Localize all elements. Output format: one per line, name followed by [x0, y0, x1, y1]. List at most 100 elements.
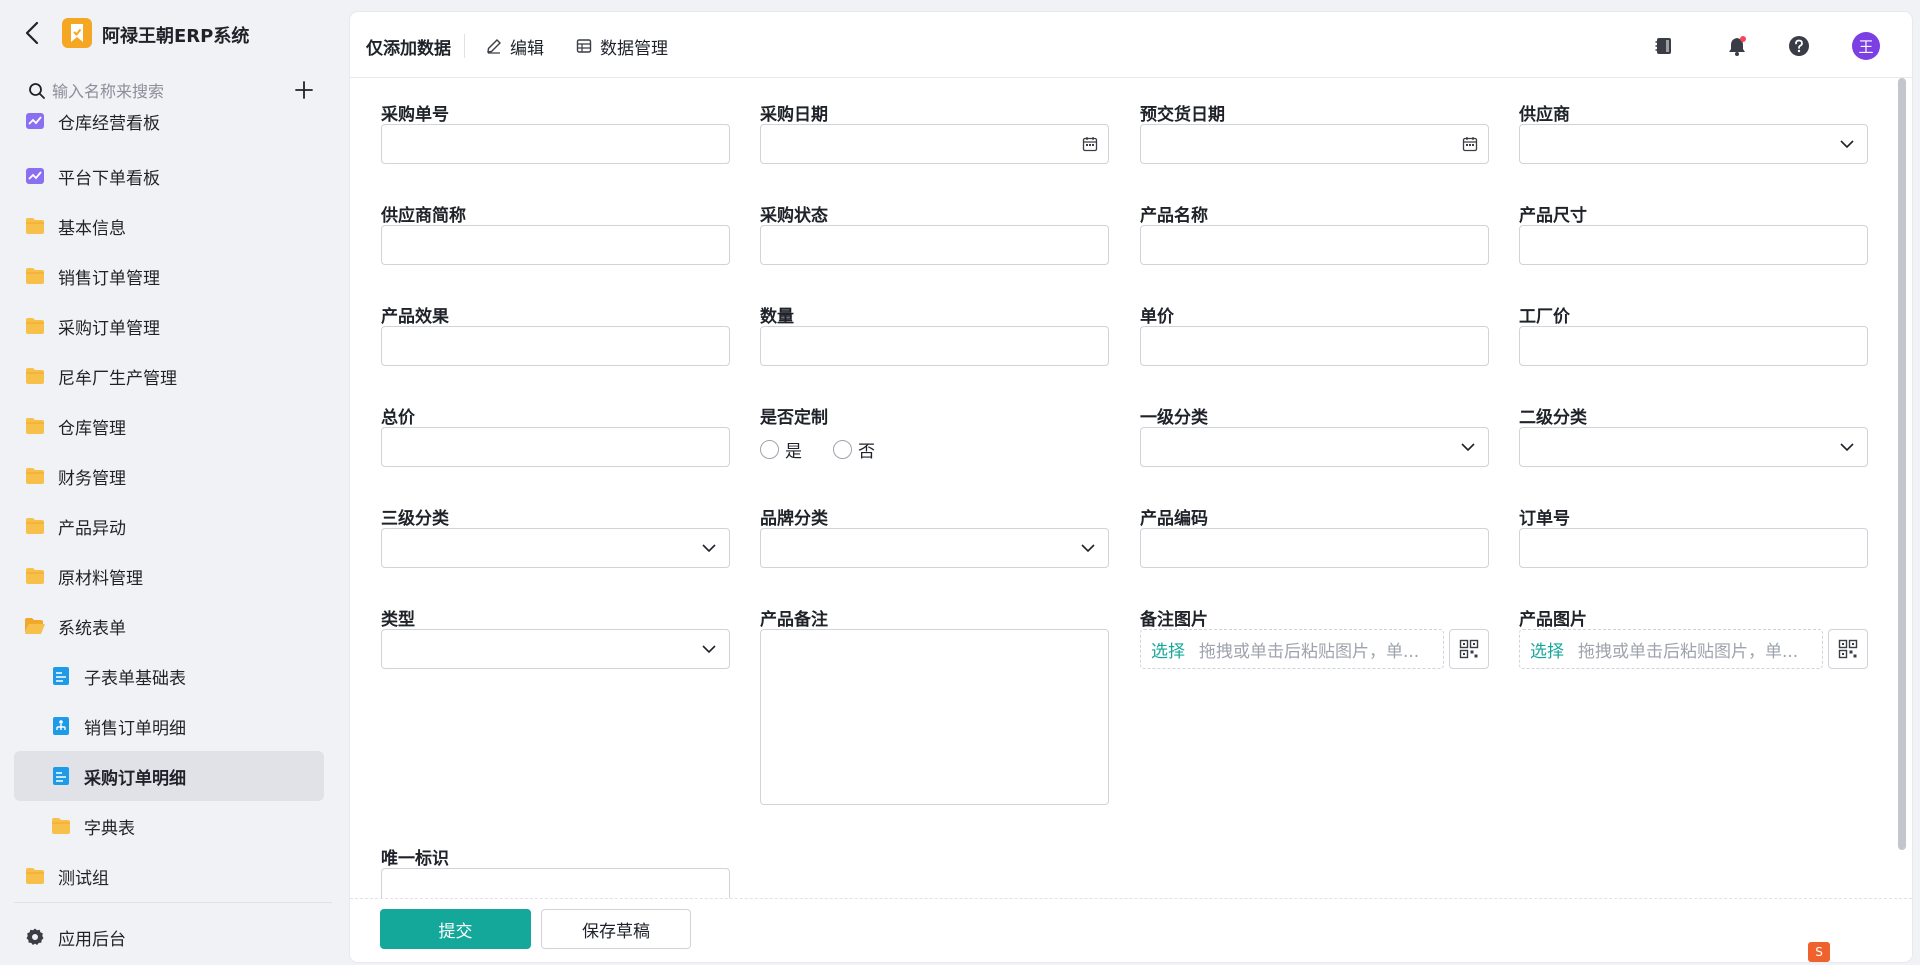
topbar: 仅添加数据 编辑 数据管理 王 — [350, 12, 1912, 78]
unique-id-input[interactable] — [381, 868, 730, 898]
sidebar-item-subform-base[interactable]: 子表单基础表 — [14, 651, 324, 701]
product-image-upload[interactable]: 选择 拖拽或单击后粘贴图片，单... — [1519, 629, 1823, 669]
sidebar-item-warehouse-mgmt[interactable]: 仓库管理 — [14, 401, 324, 451]
dashboard-icon — [24, 165, 46, 187]
sidebar-item-label: 产品异动 — [58, 518, 126, 539]
purchase-status-input[interactable] — [760, 225, 1109, 265]
upload-select-link[interactable]: 选择 — [1151, 637, 1185, 662]
purchase-no-input[interactable] — [381, 124, 730, 164]
add-icon[interactable] — [294, 80, 314, 100]
app-backend-link[interactable]: 应用后台 — [14, 912, 324, 962]
sidebar-item-product-change[interactable]: 产品异动 — [14, 501, 324, 551]
sidebar-item-finance-mgmt[interactable]: 财务管理 — [14, 451, 324, 501]
order-no-input[interactable] — [1519, 528, 1868, 568]
delivery-date-picker[interactable] — [1140, 124, 1489, 164]
app-backend-label: 应用后台 — [58, 929, 126, 950]
unit-price-input[interactable] — [1140, 326, 1489, 366]
supplier-short-input[interactable] — [381, 225, 730, 265]
form-footer: 提交 保存草稿 — [350, 898, 1912, 962]
notebook-icon[interactable] — [1650, 32, 1678, 60]
supplier-select[interactable] — [1519, 124, 1868, 164]
type-select[interactable] — [381, 629, 730, 669]
sidebar-item-purchase-order-detail[interactable]: 采购订单明细 — [14, 751, 324, 801]
sidebar-item-dictionary[interactable]: 字典表 — [14, 801, 324, 851]
back-arrow-icon[interactable] — [22, 20, 44, 46]
save-draft-button[interactable]: 保存草稿 — [541, 909, 691, 949]
chevron-down-icon — [1839, 439, 1855, 459]
sidebar-search — [28, 78, 318, 106]
total-price-input[interactable] — [381, 427, 730, 467]
sidebar-item-sales-order-detail[interactable]: 销售订单明细 — [14, 701, 324, 751]
qr-code-button[interactable] — [1449, 629, 1489, 669]
table-icon — [576, 38, 592, 54]
customized-no-radio[interactable]: 否 — [833, 437, 875, 462]
folder-open-icon — [24, 615, 46, 637]
bell-icon[interactable] — [1723, 32, 1751, 60]
calendar-icon — [1082, 136, 1098, 156]
qr-code-icon — [1459, 639, 1479, 659]
sidebar-search-input[interactable] — [52, 78, 272, 104]
sidebar-item-basic-info[interactable]: 基本信息 — [14, 201, 324, 251]
factory-price-input[interactable] — [1519, 326, 1868, 366]
upload-hint: 拖拽或单击后粘贴图片，单... — [1578, 641, 1799, 662]
sidebar-item-label: 采购订单管理 — [58, 318, 160, 339]
submit-button[interactable]: 提交 — [380, 909, 531, 949]
sidebar-item-platform-dashboard[interactable]: 平台下单看板 — [14, 151, 324, 201]
chevron-down-icon — [701, 641, 717, 661]
field-label-cat1: 一级分类 — [1140, 408, 1208, 428]
sidebar-item-sales-order-mgmt[interactable]: 销售订单管理 — [14, 251, 324, 301]
topbar-divider — [464, 34, 465, 58]
field-label-note-image: 备注图片 — [1140, 610, 1208, 630]
product-effect-input[interactable] — [381, 326, 730, 366]
product-name-input[interactable] — [1140, 225, 1489, 265]
note-image-upload[interactable]: 选择 拖拽或单击后粘贴图片，单... — [1140, 629, 1444, 669]
chevron-down-icon — [1080, 540, 1096, 560]
sidebar-item-label: 子表单基础表 — [84, 668, 186, 689]
folder-icon — [24, 465, 46, 487]
sidebar-item-label: 仓库经营看板 — [58, 113, 160, 134]
data-manage-label: 数据管理 — [600, 38, 668, 59]
sidebar-item-factory-production[interactable]: 尼牟厂生产管理 — [14, 351, 324, 401]
brand-cat-select[interactable] — [760, 528, 1109, 568]
product-size-input[interactable] — [1519, 225, 1868, 265]
folder-icon — [50, 815, 72, 837]
main-panel: 仅添加数据 编辑 数据管理 王 采购单号 采购日期 预交货日期 供应商 供应商简… — [350, 12, 1912, 962]
field-label-purchase-date: 采购日期 — [760, 105, 828, 125]
field-label-supplier: 供应商 — [1519, 105, 1570, 125]
edit-label: 编辑 — [510, 38, 544, 59]
chevron-down-icon — [1839, 136, 1855, 156]
folder-icon — [24, 865, 46, 887]
data-manage-button[interactable]: 数据管理 — [576, 32, 668, 60]
sidebar-item-test-group[interactable]: 测试组 — [14, 851, 324, 901]
sidebar-item-system-forms[interactable]: 系统表单 — [14, 601, 324, 651]
folder-icon — [24, 515, 46, 537]
qr-code-icon — [1838, 639, 1858, 659]
ime-badge-icon[interactable]: S — [1808, 942, 1830, 962]
folder-icon — [24, 565, 46, 587]
product-note-textarea[interactable] — [760, 629, 1109, 805]
sidebar-item-raw-materials[interactable]: 原材料管理 — [14, 551, 324, 601]
cat1-select[interactable] — [1140, 427, 1489, 467]
cat3-select[interactable] — [381, 528, 730, 568]
pencil-icon — [486, 38, 502, 54]
sidebar-item-label: 销售订单管理 — [58, 268, 160, 289]
sidebar-divider — [14, 902, 332, 903]
sidebar-item-label: 测试组 — [58, 868, 109, 889]
form-icon — [50, 765, 72, 787]
customized-yes-radio[interactable]: 是 — [760, 437, 802, 462]
quantity-input[interactable] — [760, 326, 1109, 366]
edit-button[interactable]: 编辑 — [486, 32, 544, 60]
field-label-factory-price: 工厂价 — [1519, 307, 1570, 327]
avatar[interactable]: 王 — [1852, 32, 1880, 60]
scrollbar-thumb[interactable] — [1898, 78, 1906, 850]
purchase-date-picker[interactable] — [760, 124, 1109, 164]
sidebar-item-label: 采购订单明细 — [84, 768, 186, 789]
help-icon[interactable] — [1785, 32, 1813, 60]
upload-select-link[interactable]: 选择 — [1530, 637, 1564, 662]
qr-code-button[interactable] — [1828, 629, 1868, 669]
sidebar-item-warehouse-dashboard[interactable]: 仓库经营看板 — [14, 112, 324, 146]
sidebar-item-purchase-order-mgmt[interactable]: 采购订单管理 — [14, 301, 324, 351]
field-label-product-name: 产品名称 — [1140, 206, 1208, 226]
cat2-select[interactable] — [1519, 427, 1868, 467]
product-code-input[interactable] — [1140, 528, 1489, 568]
